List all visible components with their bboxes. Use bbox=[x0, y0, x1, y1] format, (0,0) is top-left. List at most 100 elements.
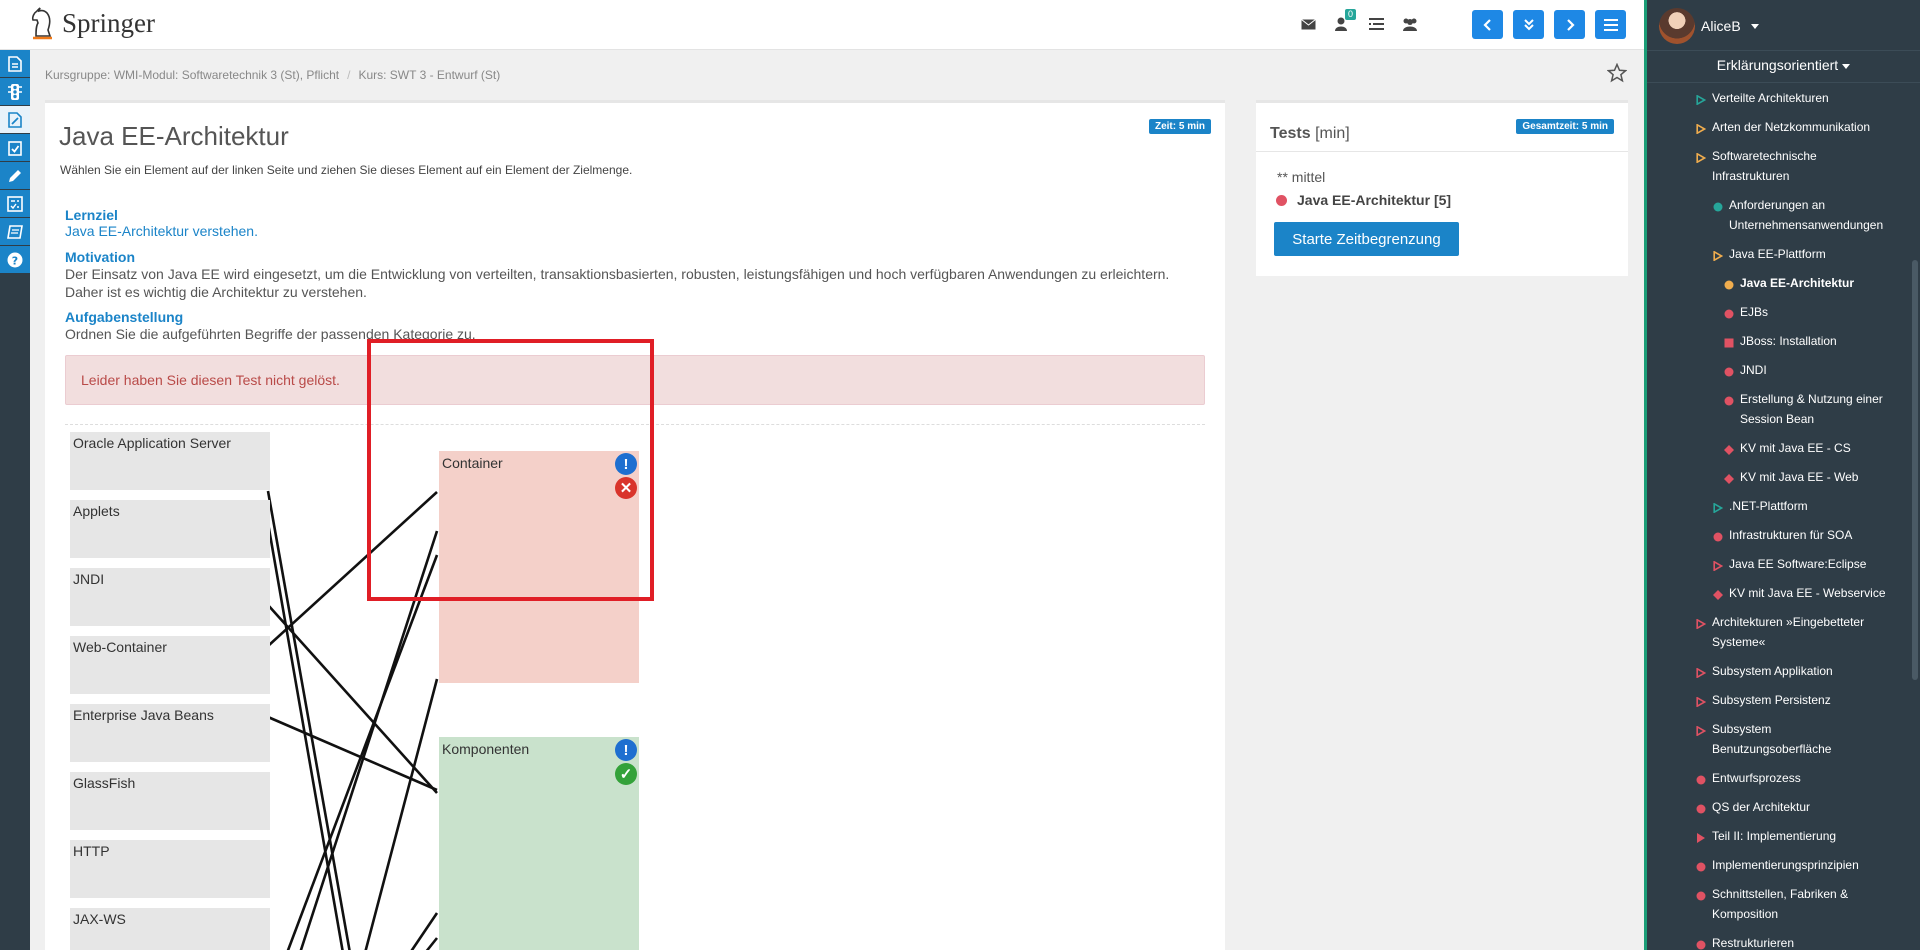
tests-title-text: Tests bbox=[1270, 125, 1311, 142]
correct-icon: ✓ bbox=[615, 763, 637, 785]
connection-line bbox=[266, 490, 351, 950]
jump-down-button[interactable] bbox=[1513, 10, 1544, 39]
sidebar-tree-item[interactable]: Java EE Software:Eclipse bbox=[1711, 555, 1896, 575]
edit-task-icon[interactable] bbox=[0, 106, 30, 134]
user-menu[interactable]: AliceB bbox=[1659, 8, 1759, 44]
book-icon[interactable] bbox=[0, 218, 30, 246]
source-item[interactable]: JNDI bbox=[70, 568, 270, 626]
next-button[interactable] bbox=[1554, 10, 1585, 39]
breadcrumb-course-group[interactable]: Kursgruppe: WMI-Modul: Softwaretechnik 3… bbox=[45, 68, 339, 82]
highlight-box bbox=[367, 339, 654, 601]
start-timer-button[interactable]: Starte Zeitbegrenzung bbox=[1274, 222, 1459, 256]
sidebar-tree-item-label: QS der Architektur bbox=[1712, 800, 1811, 814]
sidebar-tree-item[interactable]: Softwaretechnische Infrastrukturen bbox=[1694, 147, 1894, 186]
breadcrumb-course[interactable]: Kurs: SWT 3 - Entwurf (St) bbox=[358, 68, 500, 82]
circle-marker-icon bbox=[1722, 390, 1736, 429]
sidebar-tree-item[interactable]: Arten der Netzkommunikation bbox=[1694, 118, 1894, 138]
bookmark-star-icon[interactable] bbox=[1606, 62, 1628, 86]
sidebar-tree-item[interactable]: Verteilte Architekturen bbox=[1694, 89, 1894, 109]
triangle-outline-marker-icon bbox=[1711, 497, 1725, 517]
triangle-outline-marker-icon bbox=[1694, 118, 1708, 138]
mail-icon[interactable] bbox=[1298, 14, 1318, 34]
total-time-badge: Gesamtzeit: 5 min bbox=[1516, 119, 1614, 134]
target-label: Komponenten bbox=[442, 741, 530, 757]
sidebar-tree-item-label: Subsystem Benutzungsoberfläche bbox=[1712, 722, 1832, 756]
chevron-right-icon bbox=[1566, 18, 1575, 31]
springer-logo[interactable]: Springer bbox=[28, 6, 155, 40]
checklist-icon[interactable] bbox=[0, 134, 30, 162]
diamond-marker-icon bbox=[1711, 584, 1725, 604]
chess-knight-logo-icon bbox=[31, 7, 52, 40]
source-item[interactable]: Web-Container bbox=[70, 636, 270, 694]
sidebar-tree-item[interactable]: Entwurfsprozess bbox=[1694, 769, 1904, 789]
tests-panel: Tests [min] Gesamtzeit: 5 min ** mittel … bbox=[1256, 100, 1628, 276]
sidebar-tree-item[interactable]: Subsystem Persistenz bbox=[1694, 691, 1894, 711]
sidebar-tree-item-label: Softwaretechnische Infrastrukturen bbox=[1712, 149, 1817, 183]
traffic-light-icon[interactable] bbox=[0, 78, 30, 106]
sidebar-tree-item[interactable]: .NET-Plattform bbox=[1711, 497, 1896, 517]
sidebar-tree-item[interactable]: JBoss: Installation bbox=[1722, 332, 1902, 352]
pencil-icon[interactable] bbox=[0, 162, 30, 190]
sidebar-tree-item[interactable]: Erstellung & Nutzung einer Session Bean bbox=[1722, 390, 1892, 429]
sidebar-tree-item-label: KV mit Java EE - Web bbox=[1740, 470, 1859, 484]
document-icon[interactable] bbox=[0, 50, 30, 78]
sidebar-tree-item[interactable]: Architekturen »Eingebetteter Systeme« bbox=[1694, 613, 1894, 652]
notification-icon[interactable]: 0 bbox=[1332, 9, 1356, 34]
sidebar-tree-item[interactable]: Anforderungen an Unternehmensanwendungen bbox=[1711, 196, 1896, 235]
sidebar-tree-item[interactable]: Java EE-Plattform bbox=[1711, 245, 1896, 265]
prev-button[interactable] bbox=[1472, 10, 1503, 39]
help-icon[interactable]: ? bbox=[0, 246, 30, 274]
sidebar-tree-item-label: Restrukturieren bbox=[1712, 936, 1795, 950]
triangle-marker-icon bbox=[1694, 827, 1708, 847]
sidebar-tree-item-label: Java EE Software:Eclipse bbox=[1729, 557, 1867, 571]
users-icon[interactable] bbox=[1400, 14, 1420, 34]
menu-button[interactable] bbox=[1595, 10, 1626, 39]
sidebar-tree-item[interactable]: Subsystem Applikation bbox=[1694, 662, 1894, 682]
target-components-dropzone[interactable]: Komponenten ! ✓ bbox=[439, 737, 639, 950]
source-item-label: GlassFish bbox=[73, 775, 136, 791]
sidebar-tree-item[interactable]: Implementierungsprinzipien bbox=[1694, 856, 1904, 876]
sidebar-tree-item-label: Entwurfsprozess bbox=[1712, 771, 1801, 785]
source-item[interactable]: Oracle Application Server bbox=[70, 432, 270, 490]
tests-divider bbox=[1256, 151, 1628, 152]
sidebar-tree-item-label: Subsystem Applikation bbox=[1712, 664, 1833, 678]
square-marker-icon bbox=[1722, 332, 1736, 352]
sidebar-tree-item[interactable]: QS der Architektur bbox=[1694, 798, 1904, 818]
sidebar-tree-item[interactable]: JNDI bbox=[1722, 361, 1902, 381]
sidebar-tree-item[interactable]: EJBs bbox=[1722, 303, 1902, 323]
sidebar-tree-item[interactable]: KV mit Java EE - Webservice bbox=[1711, 584, 1896, 604]
sidebar-tree-item-label: Anforderungen an Unternehmensanwendungen bbox=[1729, 198, 1884, 232]
sidebar-tree-item[interactable]: Subsystem Benutzungsoberfläche bbox=[1694, 720, 1894, 759]
sidebar-tree-item-label: .NET-Plattform bbox=[1729, 499, 1808, 513]
source-item-label: Web-Container bbox=[73, 639, 167, 655]
sidebar-tree-item[interactable]: Java EE-Architektur bbox=[1722, 274, 1902, 294]
connection-line bbox=[425, 937, 439, 950]
test-entry[interactable]: Java EE-Architektur [5] bbox=[1276, 192, 1451, 208]
sidebar-tree-item[interactable]: Teil II: Implementierung bbox=[1694, 827, 1904, 847]
left-tool-rail: ? bbox=[0, 50, 30, 950]
mode-dropdown[interactable]: Erklärungsorientiert bbox=[1647, 57, 1920, 73]
source-item[interactable]: Enterprise Java Beans bbox=[70, 704, 270, 762]
list-icon[interactable] bbox=[1366, 14, 1386, 34]
mode-label: Erklärungsorientiert bbox=[1716, 57, 1839, 73]
source-item[interactable]: GlassFish bbox=[70, 772, 270, 830]
info-icon[interactable]: ! bbox=[615, 739, 637, 761]
sidebar-tree-item[interactable]: Restrukturieren bbox=[1694, 934, 1904, 950]
source-item[interactable]: Applets bbox=[70, 500, 270, 558]
sidebar-tree-item-label: Implementierungsprinzipien bbox=[1712, 858, 1859, 872]
sidebar-tree-item[interactable]: KV mit Java EE - Web bbox=[1722, 468, 1902, 488]
sidebar-tree-item[interactable]: Schnittstellen, Fabriken & Komposition bbox=[1694, 885, 1904, 924]
sidebar-tree-item-label: JBoss: Installation bbox=[1740, 334, 1837, 348]
sidebar-tree-item-label: KV mit Java EE - Webservice bbox=[1729, 586, 1886, 600]
quiz-icon[interactable] bbox=[0, 190, 30, 218]
source-item[interactable]: JAX-WS bbox=[70, 908, 270, 950]
circle-marker-icon bbox=[1694, 769, 1708, 789]
source-item[interactable]: HTTP bbox=[70, 840, 270, 898]
circle-marker-icon bbox=[1722, 361, 1736, 381]
sidebar-tree-item[interactable]: Infrastrukturen für SOA bbox=[1711, 526, 1896, 546]
sidebar-tree-item[interactable]: KV mit Java EE - CS bbox=[1722, 439, 1902, 459]
connection-line bbox=[267, 604, 438, 794]
sidebar-scrollbar[interactable] bbox=[1912, 260, 1918, 680]
status-dot-icon bbox=[1276, 194, 1287, 206]
diamond-marker-icon bbox=[1722, 468, 1736, 488]
